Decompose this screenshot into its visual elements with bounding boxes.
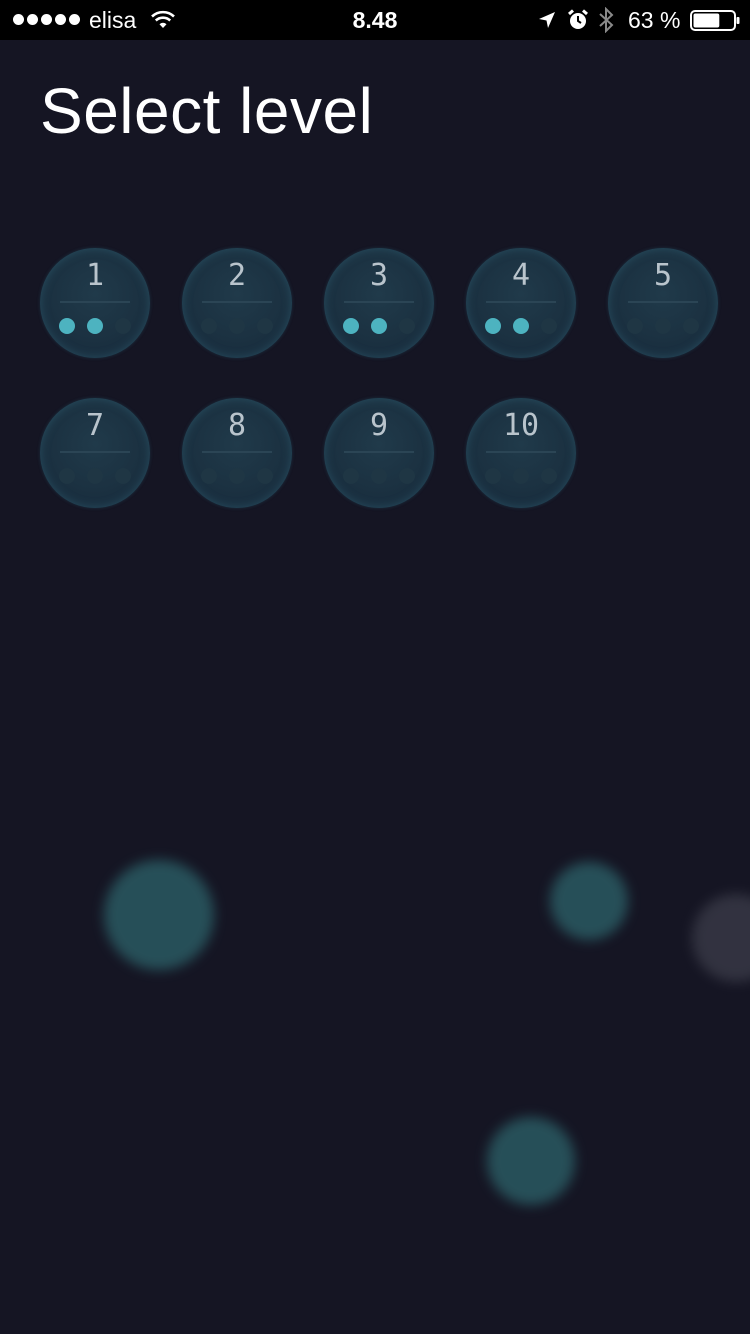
star-empty-icon — [343, 468, 359, 484]
bluetooth-icon — [599, 7, 614, 33]
star-empty-icon — [201, 468, 217, 484]
level-stars — [59, 318, 131, 334]
bokeh-circle — [692, 894, 750, 982]
level-button-8[interactable]: 8 — [182, 398, 292, 508]
level-button-7[interactable]: 7 — [40, 398, 150, 508]
level-stars — [201, 468, 273, 484]
level-divider — [202, 301, 272, 303]
star-empty-icon — [683, 318, 699, 334]
level-stars — [343, 468, 415, 484]
star-empty-icon — [655, 318, 671, 334]
bokeh-circle — [104, 860, 214, 970]
level-button-4[interactable]: 4 — [466, 248, 576, 358]
star-empty-icon — [513, 468, 529, 484]
star-empty-icon — [201, 318, 217, 334]
star-earned-icon — [87, 318, 103, 334]
level-divider — [60, 301, 130, 303]
level-stars — [485, 318, 557, 334]
alarm-clock-icon — [568, 9, 588, 29]
level-button-3[interactable]: 3 — [324, 248, 434, 358]
star-earned-icon — [513, 318, 529, 334]
level-stars — [201, 318, 273, 334]
level-number: 9 — [369, 408, 389, 443]
star-empty-icon — [87, 468, 103, 484]
star-empty-icon — [485, 468, 501, 484]
level-button-1[interactable]: 1 — [40, 248, 150, 358]
page-title: Select level — [40, 75, 374, 147]
star-earned-icon — [59, 318, 75, 334]
level-number: 3 — [369, 258, 389, 293]
level-button-5[interactable]: 5 — [608, 248, 718, 358]
bokeh-circle — [550, 862, 628, 940]
bokeh-circle — [487, 1117, 575, 1205]
level-divider — [344, 451, 414, 453]
battery-percent: 63 % — [628, 7, 681, 33]
level-number: 4 — [511, 258, 531, 293]
star-empty-icon — [257, 318, 273, 334]
level-number: 2 — [227, 258, 247, 293]
level-divider — [628, 301, 698, 303]
level-button-10[interactable]: 10 — [466, 398, 576, 508]
star-empty-icon — [399, 318, 415, 334]
star-empty-icon — [115, 318, 131, 334]
star-earned-icon — [343, 318, 359, 334]
level-divider — [486, 451, 556, 453]
level-button-2[interactable]: 2 — [182, 248, 292, 358]
star-earned-icon — [485, 318, 501, 334]
star-empty-icon — [541, 468, 557, 484]
level-number: 5 — [653, 258, 673, 293]
star-empty-icon — [229, 318, 245, 334]
level-number: 1 — [85, 258, 105, 293]
star-empty-icon — [115, 468, 131, 484]
star-empty-icon — [257, 468, 273, 484]
level-grid: 1 2 3 4 5 7 8 9 10 — [40, 248, 740, 508]
star-earned-icon — [371, 318, 387, 334]
battery-icon — [690, 10, 740, 31]
star-empty-icon — [541, 318, 557, 334]
star-empty-icon — [371, 468, 387, 484]
level-divider — [60, 451, 130, 453]
level-stars — [485, 468, 557, 484]
star-empty-icon — [229, 468, 245, 484]
level-stars — [627, 318, 699, 334]
level-button-9[interactable]: 9 — [324, 398, 434, 508]
status-bar: elisa 8.48 63 % — [0, 0, 750, 40]
level-number: 10 — [502, 408, 540, 443]
level-number: 7 — [85, 408, 105, 443]
level-divider — [486, 301, 556, 303]
level-divider — [202, 451, 272, 453]
star-empty-icon — [399, 468, 415, 484]
level-stars — [343, 318, 415, 334]
star-empty-icon — [627, 318, 643, 334]
location-arrow-icon — [539, 12, 555, 28]
level-divider — [344, 301, 414, 303]
star-empty-icon — [59, 468, 75, 484]
level-stars — [59, 468, 131, 484]
level-number: 8 — [227, 408, 247, 443]
